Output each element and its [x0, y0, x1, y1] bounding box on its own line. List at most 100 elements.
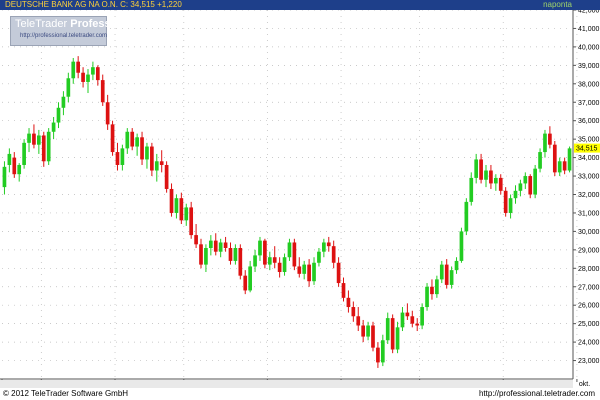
- candle-body: [297, 266, 302, 274]
- candle-body: [22, 142, 26, 165]
- candle: [263, 238, 267, 269]
- candle: [459, 227, 464, 263]
- candle-body: [376, 347, 380, 363]
- candle-body: [243, 275, 248, 291]
- candle: [189, 201, 194, 239]
- candle-body: [410, 316, 415, 324]
- interval-selector[interactable]: naponta: [543, 0, 572, 10]
- candle-body: [444, 264, 449, 285]
- candle-body: [277, 262, 282, 272]
- candle-body: [302, 264, 307, 274]
- candle-body: [110, 124, 115, 153]
- candle-body: [326, 242, 331, 247]
- candle-body: [159, 161, 164, 165]
- candle-body: [489, 170, 493, 184]
- candle-body: [258, 240, 262, 256]
- candle-body: [543, 133, 547, 153]
- candle: [164, 161, 169, 193]
- candle-body: [253, 255, 257, 267]
- candle-body: [282, 257, 287, 272]
- candle-body: [498, 177, 503, 191]
- candle-body: [312, 262, 316, 282]
- candle-body: [218, 242, 223, 252]
- candle-body: [346, 297, 351, 308]
- candle-body: [169, 188, 174, 213]
- price-tick-label: 25,000: [578, 321, 600, 328]
- last-quote: C: 34,515 +1,220: [120, 0, 182, 9]
- candle-body: [194, 235, 198, 245]
- candle-body: [189, 207, 194, 236]
- candle-body: [469, 177, 474, 202]
- candle-body: [449, 270, 454, 285]
- candle-body: [351, 307, 356, 317]
- candle-body: [562, 161, 567, 171]
- candle: [533, 164, 537, 199]
- candle-body: [523, 176, 528, 184]
- price-tick-label: 27,000: [578, 284, 600, 291]
- candle-body: [145, 146, 149, 160]
- candle: [503, 187, 508, 217]
- price-tick-label: 33,000: [578, 174, 600, 181]
- candle-body: [100, 80, 105, 103]
- candle-body: [464, 201, 469, 232]
- candle-body: [552, 144, 557, 173]
- candle-body: [420, 307, 424, 326]
- candle-body: [140, 137, 144, 160]
- candle-body: [322, 242, 326, 252]
- candle: [567, 146, 572, 173]
- candle-body: [557, 161, 562, 173]
- candle: [464, 198, 469, 236]
- price-chart[interactable]: 23,000 24,000 25,000 26,000 27,000 28,000 29,0…: [0, 10, 600, 388]
- scroll-slider[interactable]: [0, 380, 573, 388]
- candle-body: [366, 325, 370, 337]
- instrument-title: DEUTSCHE BANK AG NA O.N. C: 34,515 +1,22…: [5, 0, 182, 10]
- candle: [552, 140, 557, 177]
- candle-body: [199, 244, 203, 265]
- candle: [110, 120, 115, 156]
- candle-body: [91, 67, 95, 75]
- price-tick-label: 30,000: [578, 229, 600, 236]
- candle-body: [76, 61, 81, 73]
- candle-body: [390, 318, 395, 350]
- candle-body: [371, 325, 375, 348]
- price-tick-label: 40,000: [578, 44, 600, 51]
- candle-body: [267, 257, 272, 265]
- candle-body: [174, 198, 179, 213]
- candle-body: [405, 312, 410, 317]
- candle-body: [164, 164, 169, 189]
- candle-body: [130, 131, 135, 147]
- candle-body: [184, 207, 189, 221]
- candle-body: [32, 133, 36, 145]
- candle-body: [135, 137, 139, 147]
- footer-link[interactable]: http://professional.teletrader.com: [479, 389, 595, 398]
- price-tick-label: 26,000: [578, 303, 600, 310]
- teletrader-logo: TeleTrader Professional http://professio…: [10, 16, 136, 46]
- candle-body: [484, 170, 488, 180]
- candle-body: [238, 248, 243, 276]
- logo-name-regular: TeleTrader: [15, 18, 68, 30]
- last-price-label: 34,515: [576, 146, 598, 153]
- candle-body: [2, 166, 7, 188]
- candle-body: [81, 72, 85, 82]
- candle-body: [115, 152, 120, 165]
- candle-body: [395, 327, 400, 350]
- candle-body: [263, 240, 267, 265]
- candle-body: [528, 176, 533, 195]
- price-tick-label: 36,000: [578, 118, 600, 125]
- last-price-marker: 34,515: [574, 143, 600, 153]
- candle: [22, 139, 26, 169]
- candle-body: [479, 159, 483, 180]
- candle-body: [228, 248, 233, 261]
- candle-body: [356, 316, 361, 326]
- candle-body: [439, 264, 444, 280]
- candle-body: [179, 198, 184, 221]
- price-tick-label: 34,000: [578, 155, 600, 162]
- candle-body: [213, 240, 218, 252]
- candle-body: [105, 102, 110, 125]
- candle-body: [120, 148, 125, 165]
- price-tick-label: 35,000: [578, 137, 600, 144]
- candle: [420, 303, 424, 330]
- candle-body: [400, 312, 405, 328]
- candle-body: [95, 67, 100, 81]
- candle: [425, 283, 429, 311]
